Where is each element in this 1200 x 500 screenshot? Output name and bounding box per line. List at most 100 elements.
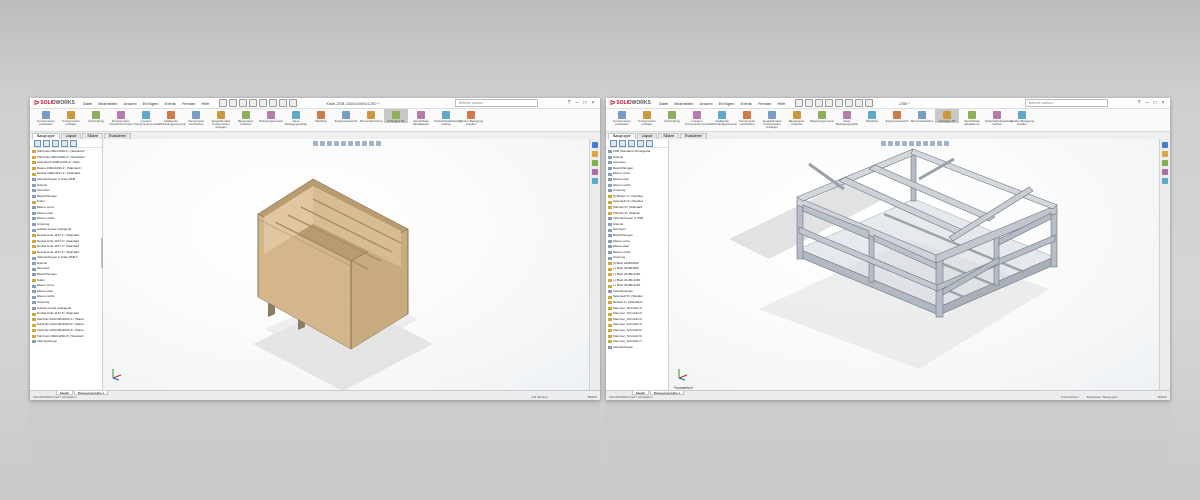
select-icon[interactable] [845,99,854,107]
ribbon-button-0[interactable]: Komponenten bearbeiten [610,109,634,126]
close-button[interactable]: × [1160,100,1166,106]
ribbon-button-7[interactable]: Baugruppen-Features [785,109,809,126]
design-library-icon[interactable] [592,151,598,157]
ribbon-button-13[interactable]: Sofortiges 3D [935,109,959,123]
ribbon-button-17[interactable]: Struktur-Bewegung erstellen [459,109,483,126]
display-manager-icon[interactable] [70,139,77,147]
ribbon-button-7[interactable]: Ausgeblendete Komponenten anzeigen [209,109,233,129]
rebuild-icon[interactable] [279,99,288,107]
ribbon-button-10[interactable]: Neue Bewegungsstudie [284,109,308,126]
ribbon-button-6[interactable]: Ausgeblendete Komponenten anzeigen [760,109,784,129]
undo-icon[interactable] [259,99,268,107]
options-icon[interactable] [865,99,874,107]
ribbon-button-11[interactable]: Stückliste [309,109,333,123]
ribbon-button-3[interactable]: Komponenten-Voransicht-Fenster [109,109,133,126]
close-button[interactable]: × [590,100,596,106]
graphics-area[interactable] [103,139,590,391]
menu-ansicht[interactable]: Ansicht [124,101,137,106]
appearances-icon[interactable] [1162,178,1168,184]
menu-einfuegen[interactable]: Einfügen [143,101,159,106]
design-library-icon[interactable] [1162,151,1168,157]
tree-item[interactable]: Verknüpfungen [32,339,102,345]
minimize-button[interactable]: – [1144,100,1150,106]
ribbon-button-12[interactable]: Momentaufnahme [910,109,934,123]
menu-datei[interactable]: Datei [83,101,92,106]
property-manager-icon[interactable] [619,139,626,147]
display-manager-icon[interactable] [646,139,653,147]
ribbon-button-15[interactable]: Sicherheitsdarstellung machen [985,109,1013,126]
crate-frame-model[interactable] [669,139,1160,391]
ribbon-button-8[interactable]: Referenzgeometrie [810,109,834,123]
menu-hilfe[interactable]: Hilfe [777,101,785,106]
dim-xpert-icon[interactable] [637,139,644,147]
feature-tree-icon[interactable] [610,139,617,147]
maximize-button[interactable]: □ [582,100,588,106]
help-icon[interactable]: ? [1136,100,1142,106]
ribbon-button-16[interactable]: Sicherheitsdarstellung machen [434,109,462,126]
minimize-button[interactable]: – [574,100,580,106]
ribbon-button-4[interactable]: Linearen Komponentenmuster [134,109,160,126]
ribbon-button-2[interactable]: Verknüpfung [660,109,684,123]
resources-icon[interactable] [1162,142,1168,148]
property-manager-icon[interactable] [43,139,50,147]
ribbon-button-5[interactable]: Intelligente Verbindungselemente [159,109,186,126]
resources-icon[interactable] [592,142,598,148]
ribbon-button-9[interactable]: Referenzgeometrie [259,109,283,123]
ribbon-button-6[interactable]: Komponente verschieben [184,109,208,126]
ribbon-button-4[interactable]: Intelligente Verbindungselemente [710,109,737,126]
menu-datei[interactable]: Datei [659,101,668,106]
ribbon-button-2[interactable]: Verknüpfung [84,109,108,123]
ribbon-button-13[interactable]: Momentaufnahme [359,109,383,123]
configuration-manager-icon[interactable] [52,139,59,147]
save-icon[interactable] [815,99,824,107]
menu-extras[interactable]: Extras [740,101,751,106]
appearances-icon[interactable] [592,178,598,184]
open-icon[interactable] [805,99,814,107]
menu-bearbeiten[interactable]: Bearbeiten [98,101,117,106]
command-search-input[interactable]: Befehle suchen [1025,99,1108,107]
menu-einfuegen[interactable]: Einfügen [719,101,735,106]
new-icon[interactable] [219,99,228,107]
menu-extras[interactable]: Extras [164,101,175,106]
ribbon-button-16[interactable]: Struktur-Bewegung erstellen [1010,109,1034,126]
ribbon-button-1[interactable]: Komponenten einfügen [59,109,83,126]
feature-tree-icon[interactable] [34,139,41,147]
ribbon-button-8[interactable]: Baugruppen-Features [234,109,258,126]
menu-fenster[interactable]: Fenster [182,101,196,106]
ribbon-button-5[interactable]: Komponente verschieben [735,109,759,126]
ribbon-button-10[interactable]: Stückliste [860,109,884,123]
options-icon[interactable] [289,99,298,107]
ribbon-button-11[interactable]: Explosionsansicht [885,109,909,123]
ribbon-button-0[interactable]: Komponenten bearbeiten [34,109,58,126]
ribbon-button-9[interactable]: Neue Bewegungsstudie [835,109,859,126]
ribbon-button-14[interactable]: Sprechblase aktualisieren [960,109,984,126]
help-icon[interactable]: ? [566,100,572,106]
new-icon[interactable] [795,99,804,107]
graphics-area[interactable]: *Isometrisch [669,139,1160,391]
ribbon-button-14[interactable]: Sofortiges 3D [384,109,408,123]
print-icon[interactable] [825,99,834,107]
ribbon-button-15[interactable]: Sprechblase aktualisieren [409,109,433,126]
file-explorer-icon[interactable] [1162,160,1168,166]
command-search-input[interactable]: Befehle suchen [455,99,538,107]
dim-xpert-icon[interactable] [61,139,68,147]
view-palette-icon[interactable] [592,169,598,175]
menu-ansicht[interactable]: Ansicht [700,101,713,106]
file-explorer-icon[interactable] [592,160,598,166]
tree-item[interactable]: Verknüpfungen [608,345,668,351]
undo-icon[interactable] [835,99,844,107]
rebuild-icon[interactable] [855,99,864,107]
ribbon-button-1[interactable]: Komponenten einfügen [635,109,659,126]
wooden-crate-model[interactable] [103,139,590,391]
configuration-manager-icon[interactable] [628,139,635,147]
view-palette-icon[interactable] [1162,169,1168,175]
print-icon[interactable] [249,99,258,107]
save-icon[interactable] [239,99,248,107]
open-icon[interactable] [229,99,238,107]
maximize-button[interactable]: □ [1152,100,1158,106]
menu-fenster[interactable]: Fenster [758,101,772,106]
menu-hilfe[interactable]: Hilfe [201,101,209,106]
ribbon-button-12[interactable]: Explosionsansicht [334,109,358,123]
select-icon[interactable] [269,99,278,107]
menu-bearbeiten[interactable]: Bearbeiten [674,101,693,106]
